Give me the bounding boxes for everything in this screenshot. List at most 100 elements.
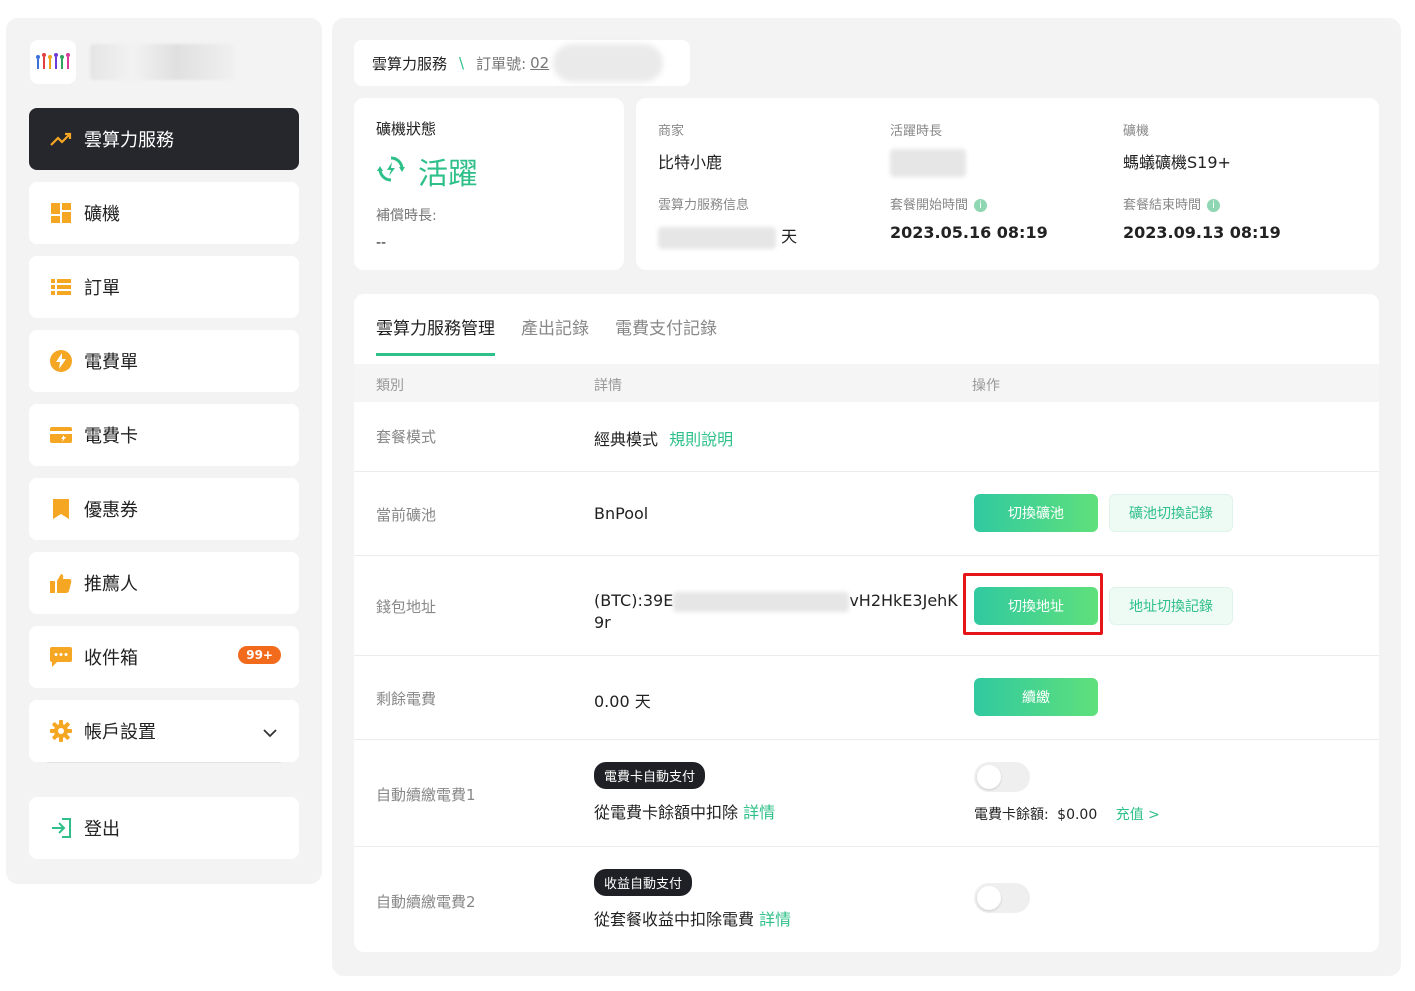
- chevron-down-icon[interactable]: [263, 722, 277, 743]
- trend-up-icon: [48, 126, 74, 152]
- breadcrumb-separator: \: [459, 54, 465, 72]
- sidebar-item-label: 電費卡: [84, 426, 138, 447]
- main-panel: 雲算力服務 \ 訂單號: 02 礦機狀態 活躍 補償時長: -- 商家 比特小鹿…: [332, 18, 1401, 976]
- miner-status-label: 礦機狀態: [376, 120, 437, 138]
- auto-pay-2-toggle[interactable]: [974, 883, 1030, 913]
- info-icon[interactable]: i: [1207, 199, 1221, 212]
- sidebar-item-label: 收件箱: [84, 648, 138, 669]
- sidebar-item-label: 礦機: [84, 204, 120, 225]
- start-time-value: 2023.05.16 08:19: [890, 223, 1048, 242]
- service-info-card: 商家 比特小鹿 活躍時長 礦機 螞蟻礦機S19+ 雲算力服務信息 天 套餐開始時…: [636, 98, 1379, 270]
- sidebar-item-coupons[interactable]: 優惠券: [29, 478, 299, 540]
- sidebar-item-label: 推薦人: [84, 574, 138, 595]
- card-balance-label: 電費卡餘額:: [974, 807, 1049, 823]
- sidebar-item-miners[interactable]: 礦機: [29, 182, 299, 244]
- sidebar-item-electricity-bills[interactable]: 電費單: [29, 330, 299, 392]
- redacted-service-info: [658, 226, 776, 249]
- card-balance-value: $0.00: [1057, 807, 1098, 823]
- table-row-auto-pay-2: 自動續繳電費2 收益自動支付 從套餐收益中扣除電費 詳情: [354, 847, 1379, 952]
- row-category: 套餐模式: [376, 428, 437, 446]
- sidebar-item-label: 電費單: [84, 352, 138, 373]
- switch-pool-button[interactable]: 切換礦池: [974, 494, 1098, 532]
- auto-pay-1-toggle[interactable]: [974, 762, 1030, 792]
- info-icon[interactable]: i: [974, 199, 988, 212]
- merchant-label: 商家: [658, 124, 685, 139]
- address-switch-history-button[interactable]: 地址切換記錄: [1109, 587, 1233, 625]
- sidebar-item-cloud-mining[interactable]: 雲算力服務: [29, 108, 299, 170]
- unread-badge: 99+: [238, 646, 281, 664]
- redacted-duration: [890, 149, 966, 177]
- miner-cell: 礦機 螞蟻礦機S19+: [1123, 120, 1231, 173]
- logout-icon: [48, 815, 74, 841]
- table-row-auto-pay-1: 自動續繳電費1 電費卡自動支付 從電費卡餘額中扣除 詳情 電費卡餘額: $0.0…: [354, 740, 1379, 847]
- end-time-cell: 套餐結束時間 i 2023.09.13 08:19: [1123, 194, 1281, 242]
- breadcrumb: 雲算力服務 \ 訂單號: 02: [354, 40, 690, 86]
- duration-cell: 活躍時長: [890, 120, 966, 181]
- divider: [47, 762, 281, 763]
- table-row-plan: 套餐模式 經典模式 規則說明: [354, 402, 1379, 472]
- sidebar-item-label: 雲算力服務: [84, 130, 174, 151]
- status-row: 活躍: [376, 149, 602, 193]
- header-category: 類別: [376, 378, 404, 394]
- wallet-suffix: vH2HkE3JehK: [849, 591, 958, 610]
- logout-button[interactable]: 登出: [29, 797, 299, 859]
- lightning-icon: [48, 348, 74, 374]
- miner-value: 螞蟻礦機S19+: [1123, 153, 1231, 172]
- row-category: 當前礦池: [376, 506, 437, 524]
- compensation-label: 補償時長:: [376, 208, 437, 224]
- logout-label: 登出: [84, 819, 120, 840]
- tab-output-records[interactable]: 產出記錄: [521, 314, 589, 356]
- auto-pay-2-desc: 從套餐收益中扣除電費: [594, 910, 755, 929]
- header-actions: 操作: [972, 378, 1000, 394]
- redacted-order-number: [553, 44, 664, 82]
- sidebar-item-referrer[interactable]: 推薦人: [29, 552, 299, 614]
- sidebar-item-account-settings[interactable]: 帳戶設置: [29, 700, 299, 762]
- thumbs-up-icon: [48, 570, 74, 596]
- pool-value: BnPool: [594, 504, 649, 523]
- details-link[interactable]: 詳情: [743, 803, 775, 822]
- message-icon: [48, 644, 74, 670]
- wallet-line2: 9r: [594, 613, 611, 632]
- sidebar-nav: 雲算力服務 礦機 訂單 電費單 電費卡 優惠券 推薦人 收件箱 99+ 帳戶設置…: [29, 108, 299, 871]
- recharge-link[interactable]: 充值 >: [1116, 807, 1160, 823]
- sidebar-item-orders[interactable]: 訂單: [29, 256, 299, 318]
- rules-link[interactable]: 規則說明: [669, 430, 733, 449]
- details-link[interactable]: 詳情: [759, 910, 791, 929]
- renew-button[interactable]: 續繳: [974, 678, 1098, 716]
- row-category: 自動續繳電費1: [376, 786, 476, 804]
- earnings-auto-pay-tag: 收益自動支付: [594, 869, 693, 896]
- row-category: 自動續繳電費2: [376, 893, 476, 911]
- card-icon: [48, 422, 74, 448]
- remaining-value: 0.00 天: [594, 692, 651, 711]
- duration-label: 活躍時長: [890, 124, 943, 139]
- miner-status-card: 礦機狀態 活躍 補償時長: --: [354, 98, 624, 270]
- sidebar-item-inbox[interactable]: 收件箱 99+: [29, 626, 299, 688]
- wallet-prefix: (BTC):39E: [594, 591, 674, 610]
- start-time-label: 套餐開始時間: [890, 198, 969, 213]
- merchant-value: 比特小鹿: [658, 153, 723, 172]
- compensation-value: --: [376, 235, 387, 251]
- refresh-icon: [376, 154, 406, 188]
- merchant-cell: 商家 比特小鹿: [658, 120, 722, 173]
- tab-service-management[interactable]: 雲算力服務管理: [376, 314, 495, 356]
- bookmark-icon: [48, 496, 74, 522]
- order-number-label: 訂單號:: [476, 54, 527, 73]
- tab-bar: 雲算力服務管理 產出記錄 電費支付記錄: [376, 314, 717, 356]
- table-header: 類別 詳情 操作: [354, 364, 1379, 402]
- gear-icon: [48, 718, 74, 744]
- sidebar-item-electricity-card[interactable]: 電費卡: [29, 404, 299, 466]
- sidebar-item-label: 訂單: [84, 278, 120, 299]
- breadcrumb-root[interactable]: 雲算力服務: [372, 53, 447, 74]
- start-time-cell: 套餐開始時間 i 2023.05.16 08:19: [890, 194, 1048, 242]
- order-number-value: 02: [530, 54, 550, 72]
- pool-switch-history-button[interactable]: 礦池切換記錄: [1109, 494, 1233, 532]
- redacted-brand-name: [90, 44, 234, 80]
- status-value: 活躍: [418, 157, 478, 192]
- row-category: 剩餘電費: [376, 690, 437, 708]
- switch-address-button[interactable]: 切換地址: [974, 587, 1098, 625]
- tab-electricity-payment-records[interactable]: 電費支付記錄: [615, 314, 717, 356]
- plan-value: 經典模式: [594, 430, 659, 449]
- management-card: 雲算力服務管理 產出記錄 電費支付記錄 類別 詳情 操作 套餐模式 經典模式 規…: [354, 294, 1379, 952]
- miner-label: 礦機: [1123, 124, 1150, 139]
- logo[interactable]: [30, 40, 76, 84]
